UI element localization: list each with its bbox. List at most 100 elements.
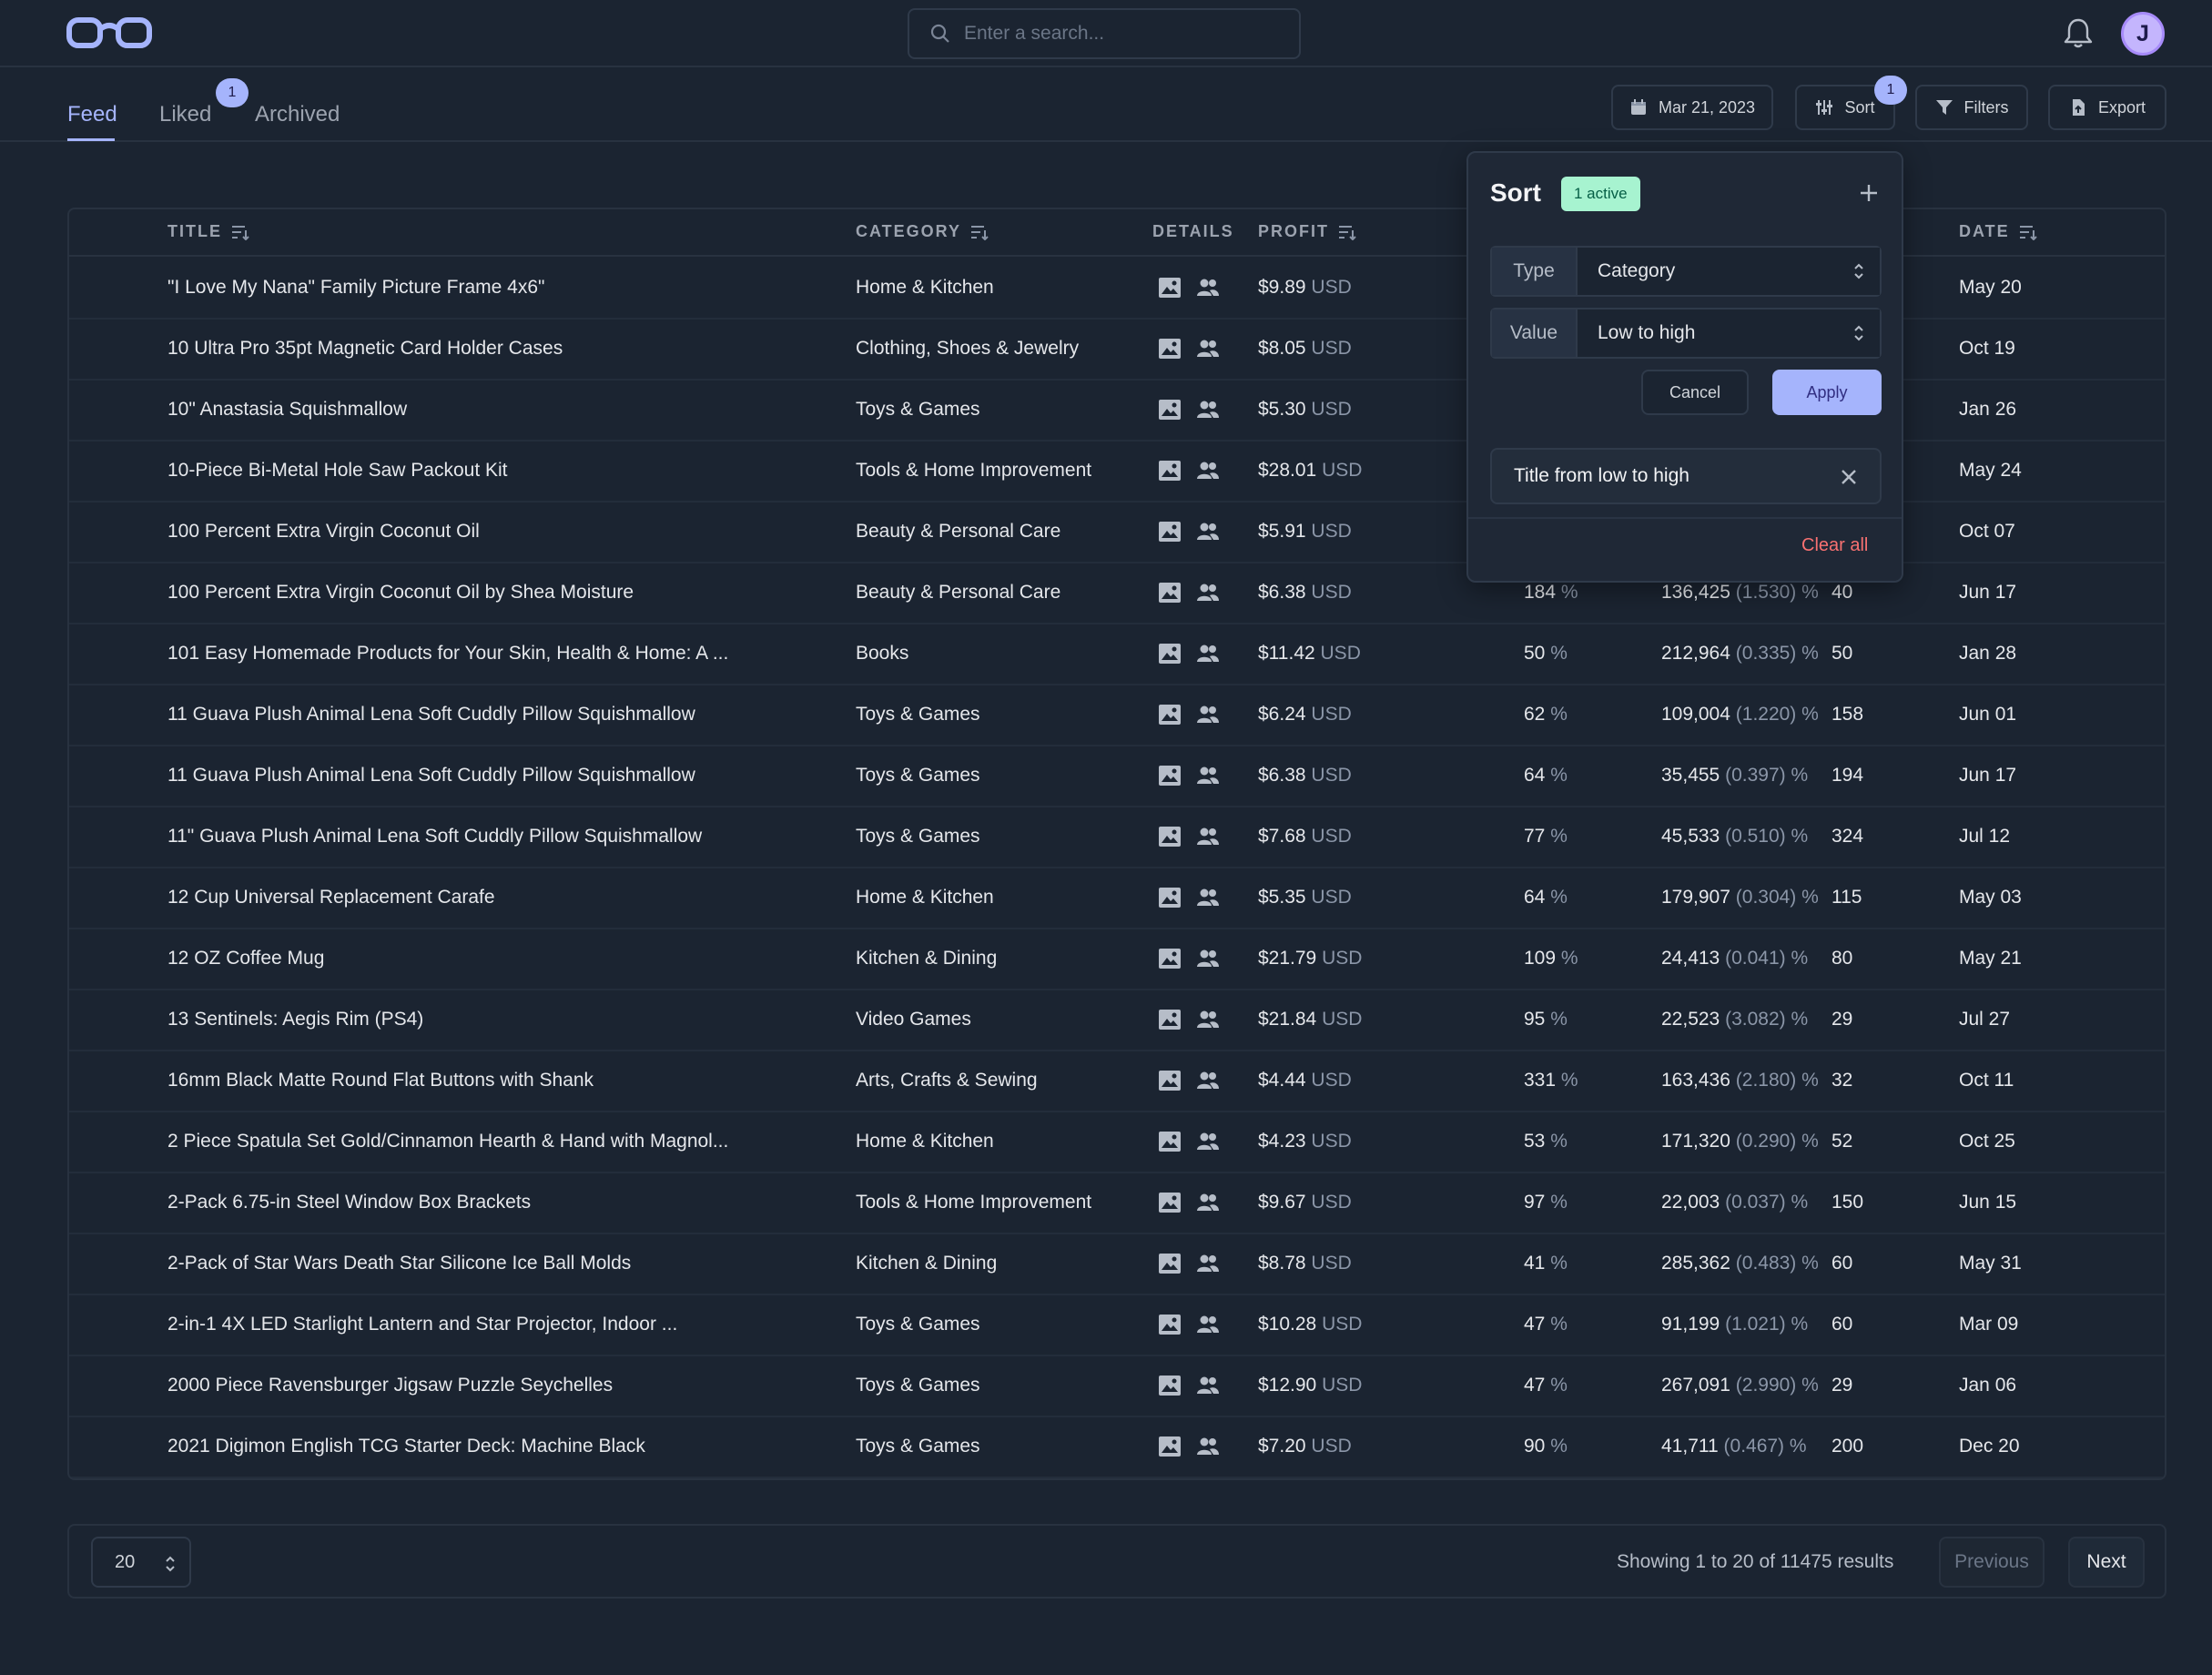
product-title[interactable]: 11 Guava Plush Animal Lena Soft Cuddly P… <box>167 704 695 726</box>
table-row[interactable]: 2 Piece Spatula Set Gold/Cinnamon Hearth… <box>69 1112 2165 1173</box>
sort-type-select[interactable]: Category <box>1578 248 1880 295</box>
image-icon[interactable] <box>1158 886 1182 909</box>
search-input[interactable] <box>964 23 1273 45</box>
table-row[interactable]: 11 Guava Plush Animal Lena Soft Cuddly P… <box>69 746 2165 807</box>
close-icon[interactable] <box>1840 468 1858 486</box>
image-icon[interactable] <box>1158 1191 1182 1214</box>
product-title[interactable]: 16mm Black Matte Round Flat Buttons with… <box>167 1070 594 1091</box>
users-icon[interactable] <box>1196 337 1220 360</box>
plus-icon[interactable] <box>1856 180 1882 206</box>
product-title[interactable]: 11 Guava Plush Animal Lena Soft Cuddly P… <box>167 765 695 787</box>
product-title[interactable]: 101 Easy Homemade Products for Your Skin… <box>167 643 728 665</box>
users-icon[interactable] <box>1196 1008 1220 1031</box>
tab-feed[interactable]: Feed <box>67 102 117 127</box>
page-size-select[interactable]: 20 <box>91 1537 191 1588</box>
product-title[interactable]: "I Love My Nana" Family Picture Frame 4x… <box>167 277 545 299</box>
product-title[interactable]: 2-Pack 6.75-in Steel Window Box Brackets <box>167 1192 531 1213</box>
image-icon[interactable] <box>1158 1313 1182 1336</box>
image-icon[interactable] <box>1158 825 1182 848</box>
table-row[interactable]: 13 Sentinels: Aegis Rim (PS4) Video Games… <box>69 990 2165 1051</box>
image-icon[interactable] <box>1158 337 1182 360</box>
column-header-title[interactable]: TITLE <box>167 222 249 241</box>
column-header-category[interactable]: CATEGORY <box>856 222 989 241</box>
product-title[interactable]: 10 Ultra Pro 35pt Magnetic Card Holder C… <box>167 338 563 360</box>
glasses-logo-icon[interactable] <box>66 15 153 51</box>
image-icon[interactable] <box>1158 703 1182 726</box>
table-row[interactable]: 12 Cup Universal Replacement Carafe Home … <box>69 868 2165 929</box>
users-icon[interactable] <box>1196 276 1220 299</box>
image-icon[interactable] <box>1158 459 1182 482</box>
users-icon[interactable] <box>1196 703 1220 726</box>
product-title[interactable]: 2-Pack of Star Wars Death Star Silicone … <box>167 1253 631 1274</box>
column-header-profit[interactable]: PROFIT <box>1258 222 1356 241</box>
image-icon[interactable] <box>1158 1130 1182 1153</box>
product-title[interactable]: 2000 Piece Ravensburger Jigsaw Puzzle Se… <box>167 1375 613 1396</box>
users-icon[interactable] <box>1196 1313 1220 1336</box>
bell-icon[interactable] <box>2063 16 2094 49</box>
clear-all-sorts-link[interactable]: Clear all <box>1801 535 1868 556</box>
tab-liked[interactable]: Liked <box>159 102 211 127</box>
filters-button[interactable]: Filters <box>1915 85 2028 130</box>
users-icon[interactable] <box>1196 1435 1220 1458</box>
users-icon[interactable] <box>1196 1191 1220 1214</box>
product-title[interactable]: 13 Sentinels: Aegis Rim (PS4) <box>167 1009 423 1030</box>
users-icon[interactable] <box>1196 825 1220 848</box>
table-row[interactable]: 2-in-1 4X LED Starlight Lantern and Star… <box>69 1295 2165 1356</box>
image-icon[interactable] <box>1158 764 1182 787</box>
product-title[interactable]: 2-in-1 4X LED Starlight Lantern and Star… <box>167 1314 677 1335</box>
users-icon[interactable] <box>1196 947 1220 970</box>
image-icon[interactable] <box>1158 642 1182 665</box>
image-icon[interactable] <box>1158 1069 1182 1092</box>
product-title[interactable]: 10-Piece Bi-Metal Hole Saw Packout Kit <box>167 460 508 482</box>
product-title[interactable]: 12 OZ Coffee Mug <box>167 948 324 969</box>
image-icon[interactable] <box>1158 276 1182 299</box>
sort-cancel-button[interactable]: Cancel <box>1641 370 1749 415</box>
sort-apply-button[interactable]: Apply <box>1772 370 1882 415</box>
users-icon[interactable] <box>1196 459 1220 482</box>
users-icon[interactable] <box>1196 1130 1220 1153</box>
tab-archived[interactable]: Archived <box>255 102 340 127</box>
image-icon[interactable] <box>1158 1252 1182 1275</box>
image-icon[interactable] <box>1158 1008 1182 1031</box>
table-row[interactable]: 16mm Black Matte Round Flat Buttons with… <box>69 1051 2165 1112</box>
product-title[interactable]: 100 Percent Extra Virgin Coconut Oil <box>167 521 480 543</box>
sort-value-select[interactable]: Low to high <box>1578 310 1880 357</box>
users-icon[interactable] <box>1196 642 1220 665</box>
product-title[interactable]: 100 Percent Extra Virgin Coconut Oil by … <box>167 582 634 604</box>
users-icon[interactable] <box>1196 398 1220 421</box>
users-icon[interactable] <box>1196 1374 1220 1397</box>
product-title[interactable]: 12 Cup Universal Replacement Carafe <box>167 887 495 909</box>
table-row[interactable]: 2-Pack 6.75-in Steel Window Box Brackets… <box>69 1173 2165 1234</box>
users-icon[interactable] <box>1196 520 1220 543</box>
next-page-button[interactable]: Next <box>2068 1537 2145 1588</box>
search-box[interactable] <box>908 8 1301 59</box>
column-header-date[interactable]: DATE <box>1959 222 2037 241</box>
image-icon[interactable] <box>1158 947 1182 970</box>
table-row[interactable]: 2021 Digimon English TCG Starter Deck: M… <box>69 1417 2165 1478</box>
user-avatar[interactable]: J <box>2121 12 2165 56</box>
image-icon[interactable] <box>1158 398 1182 421</box>
product-title[interactable]: 2 Piece Spatula Set Gold/Cinnamon Hearth… <box>167 1131 728 1152</box>
users-icon[interactable] <box>1196 886 1220 909</box>
export-button[interactable]: Export <box>2048 85 2166 130</box>
image-icon[interactable] <box>1158 520 1182 543</box>
image-icon[interactable] <box>1158 1374 1182 1397</box>
product-title[interactable]: 2021 Digimon English TCG Starter Deck: M… <box>167 1436 645 1457</box>
users-icon[interactable] <box>1196 764 1220 787</box>
product-title[interactable]: 10" Anastasia Squishmallow <box>167 399 407 421</box>
table-row[interactable]: 2000 Piece Ravensburger Jigsaw Puzzle Se… <box>69 1356 2165 1417</box>
product-title[interactable]: 11" Guava Plush Animal Lena Soft Cuddly … <box>167 826 702 848</box>
table-row[interactable]: 101 Easy Homemade Products for Your Skin… <box>69 624 2165 685</box>
image-icon[interactable] <box>1158 1435 1182 1458</box>
table-row[interactable]: 11 Guava Plush Animal Lena Soft Cuddly P… <box>69 685 2165 746</box>
table-row[interactable]: 12 OZ Coffee Mug Kitchen & Dining $21.79 U… <box>69 929 2165 990</box>
sort-value-field[interactable]: Value Low to high <box>1490 308 1882 359</box>
image-icon[interactable] <box>1158 581 1182 604</box>
previous-page-button[interactable]: Previous <box>1939 1537 2045 1588</box>
table-row[interactable]: 2-Pack of Star Wars Death Star Silicone … <box>69 1234 2165 1295</box>
date-picker-button[interactable]: Mar 21, 2023 <box>1611 85 1773 130</box>
users-icon[interactable] <box>1196 1069 1220 1092</box>
table-row[interactable]: 11" Guava Plush Animal Lena Soft Cuddly … <box>69 807 2165 868</box>
sort-type-field[interactable]: Type Category <box>1490 246 1882 297</box>
users-icon[interactable] <box>1196 581 1220 604</box>
